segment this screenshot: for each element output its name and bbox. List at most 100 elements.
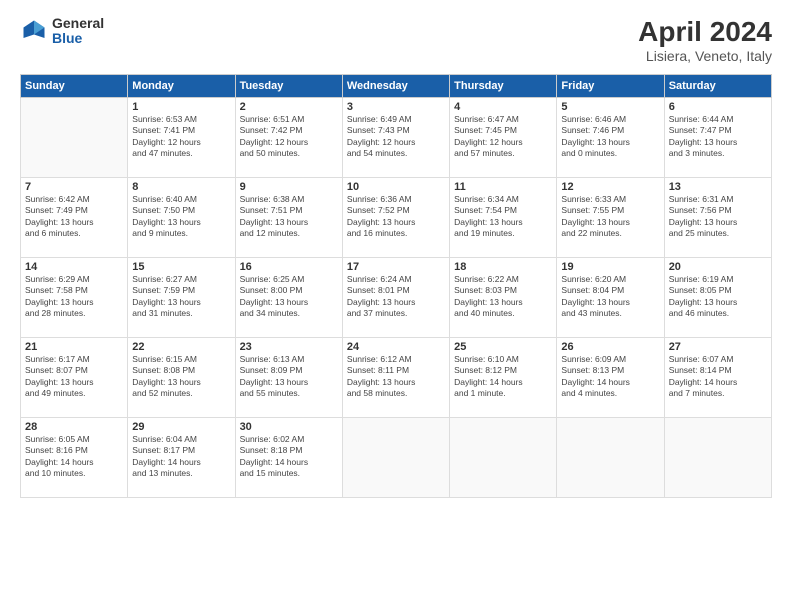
- day-info: Sunrise: 6:13 AM Sunset: 8:09 PM Dayligh…: [240, 354, 338, 400]
- calendar-cell: 6Sunrise: 6:44 AM Sunset: 7:47 PM Daylig…: [664, 98, 771, 178]
- day-number: 3: [347, 101, 445, 113]
- day-number: 17: [347, 261, 445, 273]
- calendar-cell: 8Sunrise: 6:40 AM Sunset: 7:50 PM Daylig…: [128, 178, 235, 258]
- calendar-cell: 27Sunrise: 6:07 AM Sunset: 8:14 PM Dayli…: [664, 338, 771, 418]
- day-info: Sunrise: 6:24 AM Sunset: 8:01 PM Dayligh…: [347, 274, 445, 320]
- calendar-cell: [342, 418, 449, 498]
- day-number: 27: [669, 341, 767, 353]
- day-number: 11: [454, 181, 552, 193]
- calendar-cell: 14Sunrise: 6:29 AM Sunset: 7:58 PM Dayli…: [21, 258, 128, 338]
- weekday-header-monday: Monday: [128, 75, 235, 98]
- day-number: 29: [132, 421, 230, 433]
- calendar-cell: 3Sunrise: 6:49 AM Sunset: 7:43 PM Daylig…: [342, 98, 449, 178]
- calendar-cell: 1Sunrise: 6:53 AM Sunset: 7:41 PM Daylig…: [128, 98, 235, 178]
- calendar-cell: [450, 418, 557, 498]
- calendar-cell: 21Sunrise: 6:17 AM Sunset: 8:07 PM Dayli…: [21, 338, 128, 418]
- week-row-4: 21Sunrise: 6:17 AM Sunset: 8:07 PM Dayli…: [21, 338, 772, 418]
- day-info: Sunrise: 6:51 AM Sunset: 7:42 PM Dayligh…: [240, 114, 338, 160]
- day-info: Sunrise: 6:25 AM Sunset: 8:00 PM Dayligh…: [240, 274, 338, 320]
- calendar-cell: [664, 418, 771, 498]
- day-info: Sunrise: 6:33 AM Sunset: 7:55 PM Dayligh…: [561, 194, 659, 240]
- day-info: Sunrise: 6:15 AM Sunset: 8:08 PM Dayligh…: [132, 354, 230, 400]
- day-number: 24: [347, 341, 445, 353]
- day-number: 7: [25, 181, 123, 193]
- calendar-cell: 13Sunrise: 6:31 AM Sunset: 7:56 PM Dayli…: [664, 178, 771, 258]
- day-number: 8: [132, 181, 230, 193]
- calendar-cell: 17Sunrise: 6:24 AM Sunset: 8:01 PM Dayli…: [342, 258, 449, 338]
- calendar-cell: 2Sunrise: 6:51 AM Sunset: 7:42 PM Daylig…: [235, 98, 342, 178]
- logo-general-text: General: [52, 16, 104, 31]
- main-title: April 2024: [638, 16, 772, 48]
- weekday-header-thursday: Thursday: [450, 75, 557, 98]
- day-info: Sunrise: 6:49 AM Sunset: 7:43 PM Dayligh…: [347, 114, 445, 160]
- logo: General Blue: [20, 16, 104, 47]
- calendar-cell: 26Sunrise: 6:09 AM Sunset: 8:13 PM Dayli…: [557, 338, 664, 418]
- day-number: 9: [240, 181, 338, 193]
- day-info: Sunrise: 6:27 AM Sunset: 7:59 PM Dayligh…: [132, 274, 230, 320]
- day-info: Sunrise: 6:44 AM Sunset: 7:47 PM Dayligh…: [669, 114, 767, 160]
- weekday-header-wednesday: Wednesday: [342, 75, 449, 98]
- day-info: Sunrise: 6:05 AM Sunset: 8:16 PM Dayligh…: [25, 434, 123, 480]
- calendar-cell: 12Sunrise: 6:33 AM Sunset: 7:55 PM Dayli…: [557, 178, 664, 258]
- weekday-header-tuesday: Tuesday: [235, 75, 342, 98]
- logo-icon: [20, 17, 48, 45]
- header: General Blue April 2024 Lisiera, Veneto,…: [20, 16, 772, 64]
- calendar-cell: 11Sunrise: 6:34 AM Sunset: 7:54 PM Dayli…: [450, 178, 557, 258]
- day-number: 2: [240, 101, 338, 113]
- calendar-body: 1Sunrise: 6:53 AM Sunset: 7:41 PM Daylig…: [21, 98, 772, 498]
- calendar-cell: 15Sunrise: 6:27 AM Sunset: 7:59 PM Dayli…: [128, 258, 235, 338]
- day-number: 10: [347, 181, 445, 193]
- logo-blue-text: Blue: [52, 31, 104, 46]
- day-number: 22: [132, 341, 230, 353]
- day-info: Sunrise: 6:34 AM Sunset: 7:54 PM Dayligh…: [454, 194, 552, 240]
- day-number: 19: [561, 261, 659, 273]
- day-info: Sunrise: 6:22 AM Sunset: 8:03 PM Dayligh…: [454, 274, 552, 320]
- day-info: Sunrise: 6:36 AM Sunset: 7:52 PM Dayligh…: [347, 194, 445, 240]
- calendar-cell: 18Sunrise: 6:22 AM Sunset: 8:03 PM Dayli…: [450, 258, 557, 338]
- day-number: 26: [561, 341, 659, 353]
- calendar-cell: 10Sunrise: 6:36 AM Sunset: 7:52 PM Dayli…: [342, 178, 449, 258]
- day-info: Sunrise: 6:47 AM Sunset: 7:45 PM Dayligh…: [454, 114, 552, 160]
- calendar-cell: 22Sunrise: 6:15 AM Sunset: 8:08 PM Dayli…: [128, 338, 235, 418]
- calendar-cell: [21, 98, 128, 178]
- calendar-cell: 4Sunrise: 6:47 AM Sunset: 7:45 PM Daylig…: [450, 98, 557, 178]
- calendar-cell: 30Sunrise: 6:02 AM Sunset: 8:18 PM Dayli…: [235, 418, 342, 498]
- day-info: Sunrise: 6:29 AM Sunset: 7:58 PM Dayligh…: [25, 274, 123, 320]
- day-info: Sunrise: 6:38 AM Sunset: 7:51 PM Dayligh…: [240, 194, 338, 240]
- day-number: 18: [454, 261, 552, 273]
- day-number: 12: [561, 181, 659, 193]
- day-number: 23: [240, 341, 338, 353]
- day-number: 30: [240, 421, 338, 433]
- day-info: Sunrise: 6:31 AM Sunset: 7:56 PM Dayligh…: [669, 194, 767, 240]
- weekday-header-friday: Friday: [557, 75, 664, 98]
- day-number: 14: [25, 261, 123, 273]
- day-number: 16: [240, 261, 338, 273]
- day-info: Sunrise: 6:53 AM Sunset: 7:41 PM Dayligh…: [132, 114, 230, 160]
- day-number: 6: [669, 101, 767, 113]
- day-number: 5: [561, 101, 659, 113]
- day-number: 25: [454, 341, 552, 353]
- day-number: 21: [25, 341, 123, 353]
- day-number: 1: [132, 101, 230, 113]
- day-info: Sunrise: 6:20 AM Sunset: 8:04 PM Dayligh…: [561, 274, 659, 320]
- calendar-cell: 23Sunrise: 6:13 AM Sunset: 8:09 PM Dayli…: [235, 338, 342, 418]
- calendar-cell: 20Sunrise: 6:19 AM Sunset: 8:05 PM Dayli…: [664, 258, 771, 338]
- calendar-cell: 29Sunrise: 6:04 AM Sunset: 8:17 PM Dayli…: [128, 418, 235, 498]
- title-area: April 2024 Lisiera, Veneto, Italy: [638, 16, 772, 64]
- week-row-3: 14Sunrise: 6:29 AM Sunset: 7:58 PM Dayli…: [21, 258, 772, 338]
- calendar-cell: [557, 418, 664, 498]
- day-info: Sunrise: 6:12 AM Sunset: 8:11 PM Dayligh…: [347, 354, 445, 400]
- calendar-cell: 7Sunrise: 6:42 AM Sunset: 7:49 PM Daylig…: [21, 178, 128, 258]
- day-number: 15: [132, 261, 230, 273]
- calendar-cell: 28Sunrise: 6:05 AM Sunset: 8:16 PM Dayli…: [21, 418, 128, 498]
- day-info: Sunrise: 6:40 AM Sunset: 7:50 PM Dayligh…: [132, 194, 230, 240]
- day-number: 13: [669, 181, 767, 193]
- day-number: 20: [669, 261, 767, 273]
- logo-text: General Blue: [52, 16, 104, 47]
- calendar-header: SundayMondayTuesdayWednesdayThursdayFrid…: [21, 75, 772, 98]
- day-info: Sunrise: 6:42 AM Sunset: 7:49 PM Dayligh…: [25, 194, 123, 240]
- day-info: Sunrise: 6:04 AM Sunset: 8:17 PM Dayligh…: [132, 434, 230, 480]
- calendar-cell: 5Sunrise: 6:46 AM Sunset: 7:46 PM Daylig…: [557, 98, 664, 178]
- calendar-cell: 19Sunrise: 6:20 AM Sunset: 8:04 PM Dayli…: [557, 258, 664, 338]
- week-row-1: 1Sunrise: 6:53 AM Sunset: 7:41 PM Daylig…: [21, 98, 772, 178]
